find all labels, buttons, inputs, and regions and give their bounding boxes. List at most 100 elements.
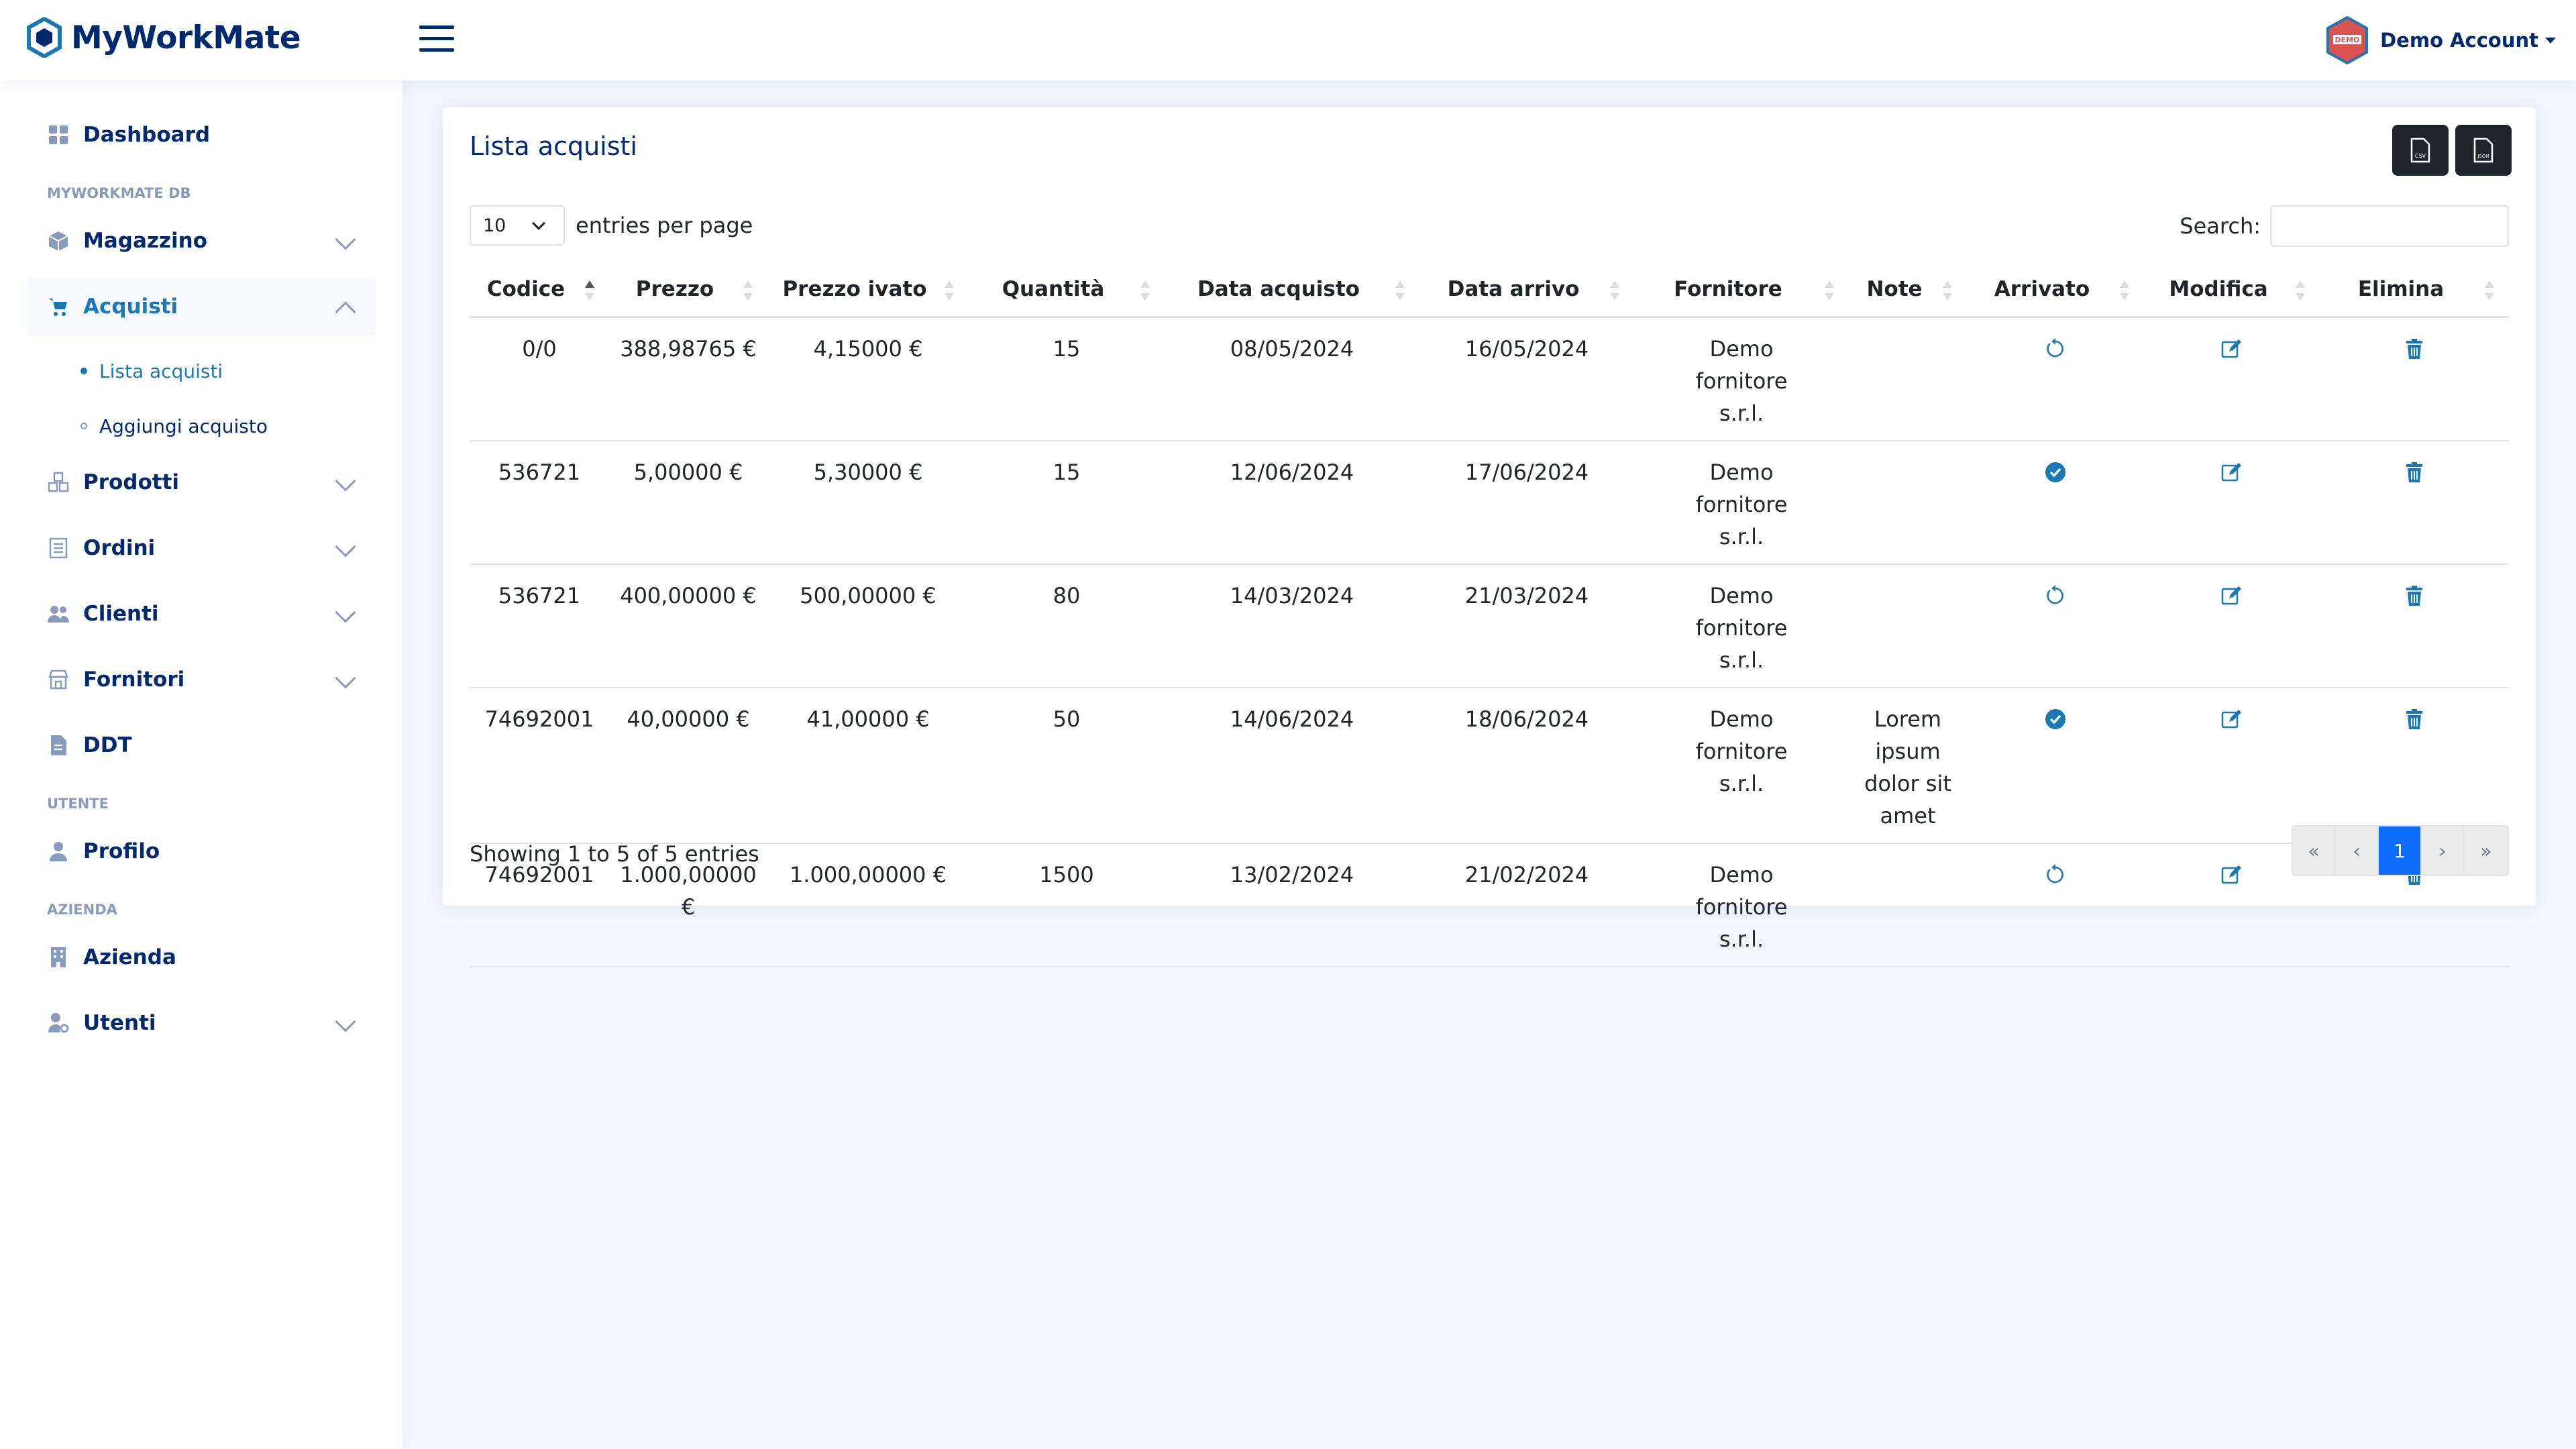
chevron-down-icon [335, 229, 356, 250]
refresh-icon[interactable] [2044, 584, 2067, 606]
sidebar-item-acquisti[interactable]: Acquisti [27, 278, 376, 335]
receipt-icon [47, 537, 70, 559]
column-header[interactable]: Quantità [969, 263, 1165, 318]
cart-icon [47, 295, 70, 318]
cell-codice: 74692001 [470, 687, 609, 844]
cell-prezzo-ivato: 5,30000 € [767, 440, 969, 565]
column-header[interactable]: Prezzo [609, 263, 767, 318]
column-header-label: Arrivato [1994, 277, 2090, 302]
cell-elimina [2320, 440, 2509, 565]
cell-quantita: 15 [969, 317, 1165, 441]
refresh-icon[interactable] [2044, 863, 2067, 885]
edit-icon[interactable] [2220, 337, 2243, 360]
sort-icon [2485, 280, 2494, 301]
sidebar-item-azienda[interactable]: Azienda [27, 928, 376, 986]
cell-note [1849, 440, 1967, 565]
bullet-icon [80, 423, 87, 429]
edit-icon[interactable] [2220, 707, 2243, 730]
sidebar-item-label: Ordini [83, 536, 156, 560]
logo-icon [27, 17, 62, 58]
cell-codice: 536721 [470, 440, 609, 565]
sidebar-subitem-aggiungi-acquisto[interactable]: Aggiungi acquisto [27, 398, 376, 453]
column-header[interactable]: Data acquisto [1165, 263, 1419, 318]
chevron-up-icon [335, 301, 356, 323]
table-row: 74692001 40,00000 €41,00000 €50 14/06/2024… [470, 687, 2509, 844]
cell-codice: 0/0 [470, 317, 609, 441]
sidebar-item-ordini[interactable]: Ordini [27, 519, 376, 577]
column-header-label: Data arrivo [1447, 277, 1580, 302]
table-row: 536721 5,00000 €5,30000 €15 12/06/2024 17/0… [470, 440, 2509, 565]
cell-fornitore: Demo fornitore s.r.l. [1634, 687, 1849, 844]
page-first-button[interactable]: « [2293, 826, 2336, 875]
check-circle-icon[interactable] [2044, 707, 2067, 730]
entries-select[interactable]: 10 [470, 205, 565, 246]
sidebar-item-fornitori[interactable]: Fornitori [27, 651, 376, 708]
nav-heading-db: MYWORKMATE DB [47, 185, 191, 201]
building-icon [47, 946, 70, 969]
chevron-down-icon [335, 667, 356, 689]
account-name: Demo Account [2380, 29, 2538, 52]
check-circle-icon[interactable] [2044, 460, 2067, 483]
column-header[interactable]: Data arrivo [1419, 263, 1634, 318]
cell-note [1849, 564, 1967, 688]
trash-icon[interactable] [2403, 460, 2426, 483]
column-header[interactable]: Fornitore [1634, 263, 1849, 318]
page-current-button[interactable]: 1 [2379, 826, 2422, 875]
sidebar-item-clienti[interactable]: Clienti [27, 585, 376, 643]
cell-arrivato [1967, 687, 2144, 844]
column-header[interactable]: Elimina [2320, 263, 2509, 318]
sidebar-item-label: Prodotti [83, 470, 180, 494]
search-input[interactable] [2270, 205, 2509, 247]
page-prev-button[interactable]: ‹ [2336, 826, 2379, 875]
logo[interactable]: MyWorkMate [27, 17, 301, 58]
cell-prezzo-ivato: 4,15000 € [767, 317, 969, 441]
edit-icon[interactable] [2220, 863, 2243, 885]
refresh-icon[interactable] [2044, 337, 2067, 360]
column-header-label: Prezzo ivato [782, 277, 927, 302]
edit-icon[interactable] [2220, 584, 2243, 606]
cell-data-arrivo: 16/05/2024 [1419, 317, 1634, 441]
sidebar-item-label: DDT [83, 733, 132, 757]
column-header[interactable]: Prezzo ivato [767, 263, 969, 318]
pagination: « ‹ 1 › » [2292, 825, 2509, 876]
export-csv-button[interactable]: CSV [2392, 125, 2449, 176]
sidebar-item-profilo[interactable]: Profilo [27, 822, 376, 880]
sidebar-item-dashboard[interactable]: Dashboard [27, 106, 376, 164]
account-menu[interactable]: DEMO Demo Account [2324, 15, 2556, 66]
sort-icon [1140, 280, 1150, 301]
cell-prezzo-ivato: 1.000,00000 € [767, 843, 969, 967]
trash-icon[interactable] [2403, 707, 2426, 730]
svg-text:DEMO: DEMO [2335, 36, 2360, 44]
entries-label: entries per page [576, 213, 753, 238]
export-json-button[interactable]: JSON [2455, 125, 2512, 176]
cell-elimina [2320, 687, 2509, 844]
page-last-button[interactable]: » [2465, 826, 2508, 875]
column-header[interactable]: Arrivato [1967, 263, 2144, 318]
column-header-label: Modifica [2169, 277, 2268, 302]
page-next-button[interactable]: › [2422, 826, 2465, 875]
trash-icon[interactable] [2403, 337, 2426, 360]
cell-prezzo-ivato: 500,00000 € [767, 564, 969, 688]
column-header[interactable]: Modifica [2144, 263, 2320, 318]
sidebar-item-magazzino[interactable]: Magazzino [27, 212, 376, 270]
boxes-icon [47, 471, 70, 494]
sidebar-item-utenti[interactable]: Utenti [27, 994, 376, 1052]
cell-modifica [2144, 440, 2320, 565]
logo-text: MyWorkMate [71, 19, 301, 56]
sidebar-subitem-lista-acquisti[interactable]: Lista acquisti [27, 343, 376, 398]
column-header[interactable]: Note [1849, 263, 1967, 318]
file-json-icon: JSON [2473, 138, 2493, 163]
edit-icon[interactable] [2220, 460, 2243, 483]
cell-prezzo: 5,00000 € [609, 440, 767, 565]
sort-icon [743, 280, 753, 301]
top-header: MyWorkMate DEMO Demo Account [0, 0, 2576, 80]
menu-toggle-icon[interactable] [419, 25, 454, 55]
cell-note [1849, 317, 1967, 441]
page-title: Lista acquisti [470, 131, 637, 161]
sidebar-item-ddt[interactable]: DDT [27, 716, 376, 774]
column-header[interactable]: Codice [470, 263, 609, 318]
entries-select-value: 10 [483, 215, 506, 236]
trash-icon[interactable] [2403, 584, 2426, 606]
sidebar-item-prodotti[interactable]: Prodotti [27, 453, 376, 511]
svg-text:CSV: CSV [2415, 153, 2426, 159]
